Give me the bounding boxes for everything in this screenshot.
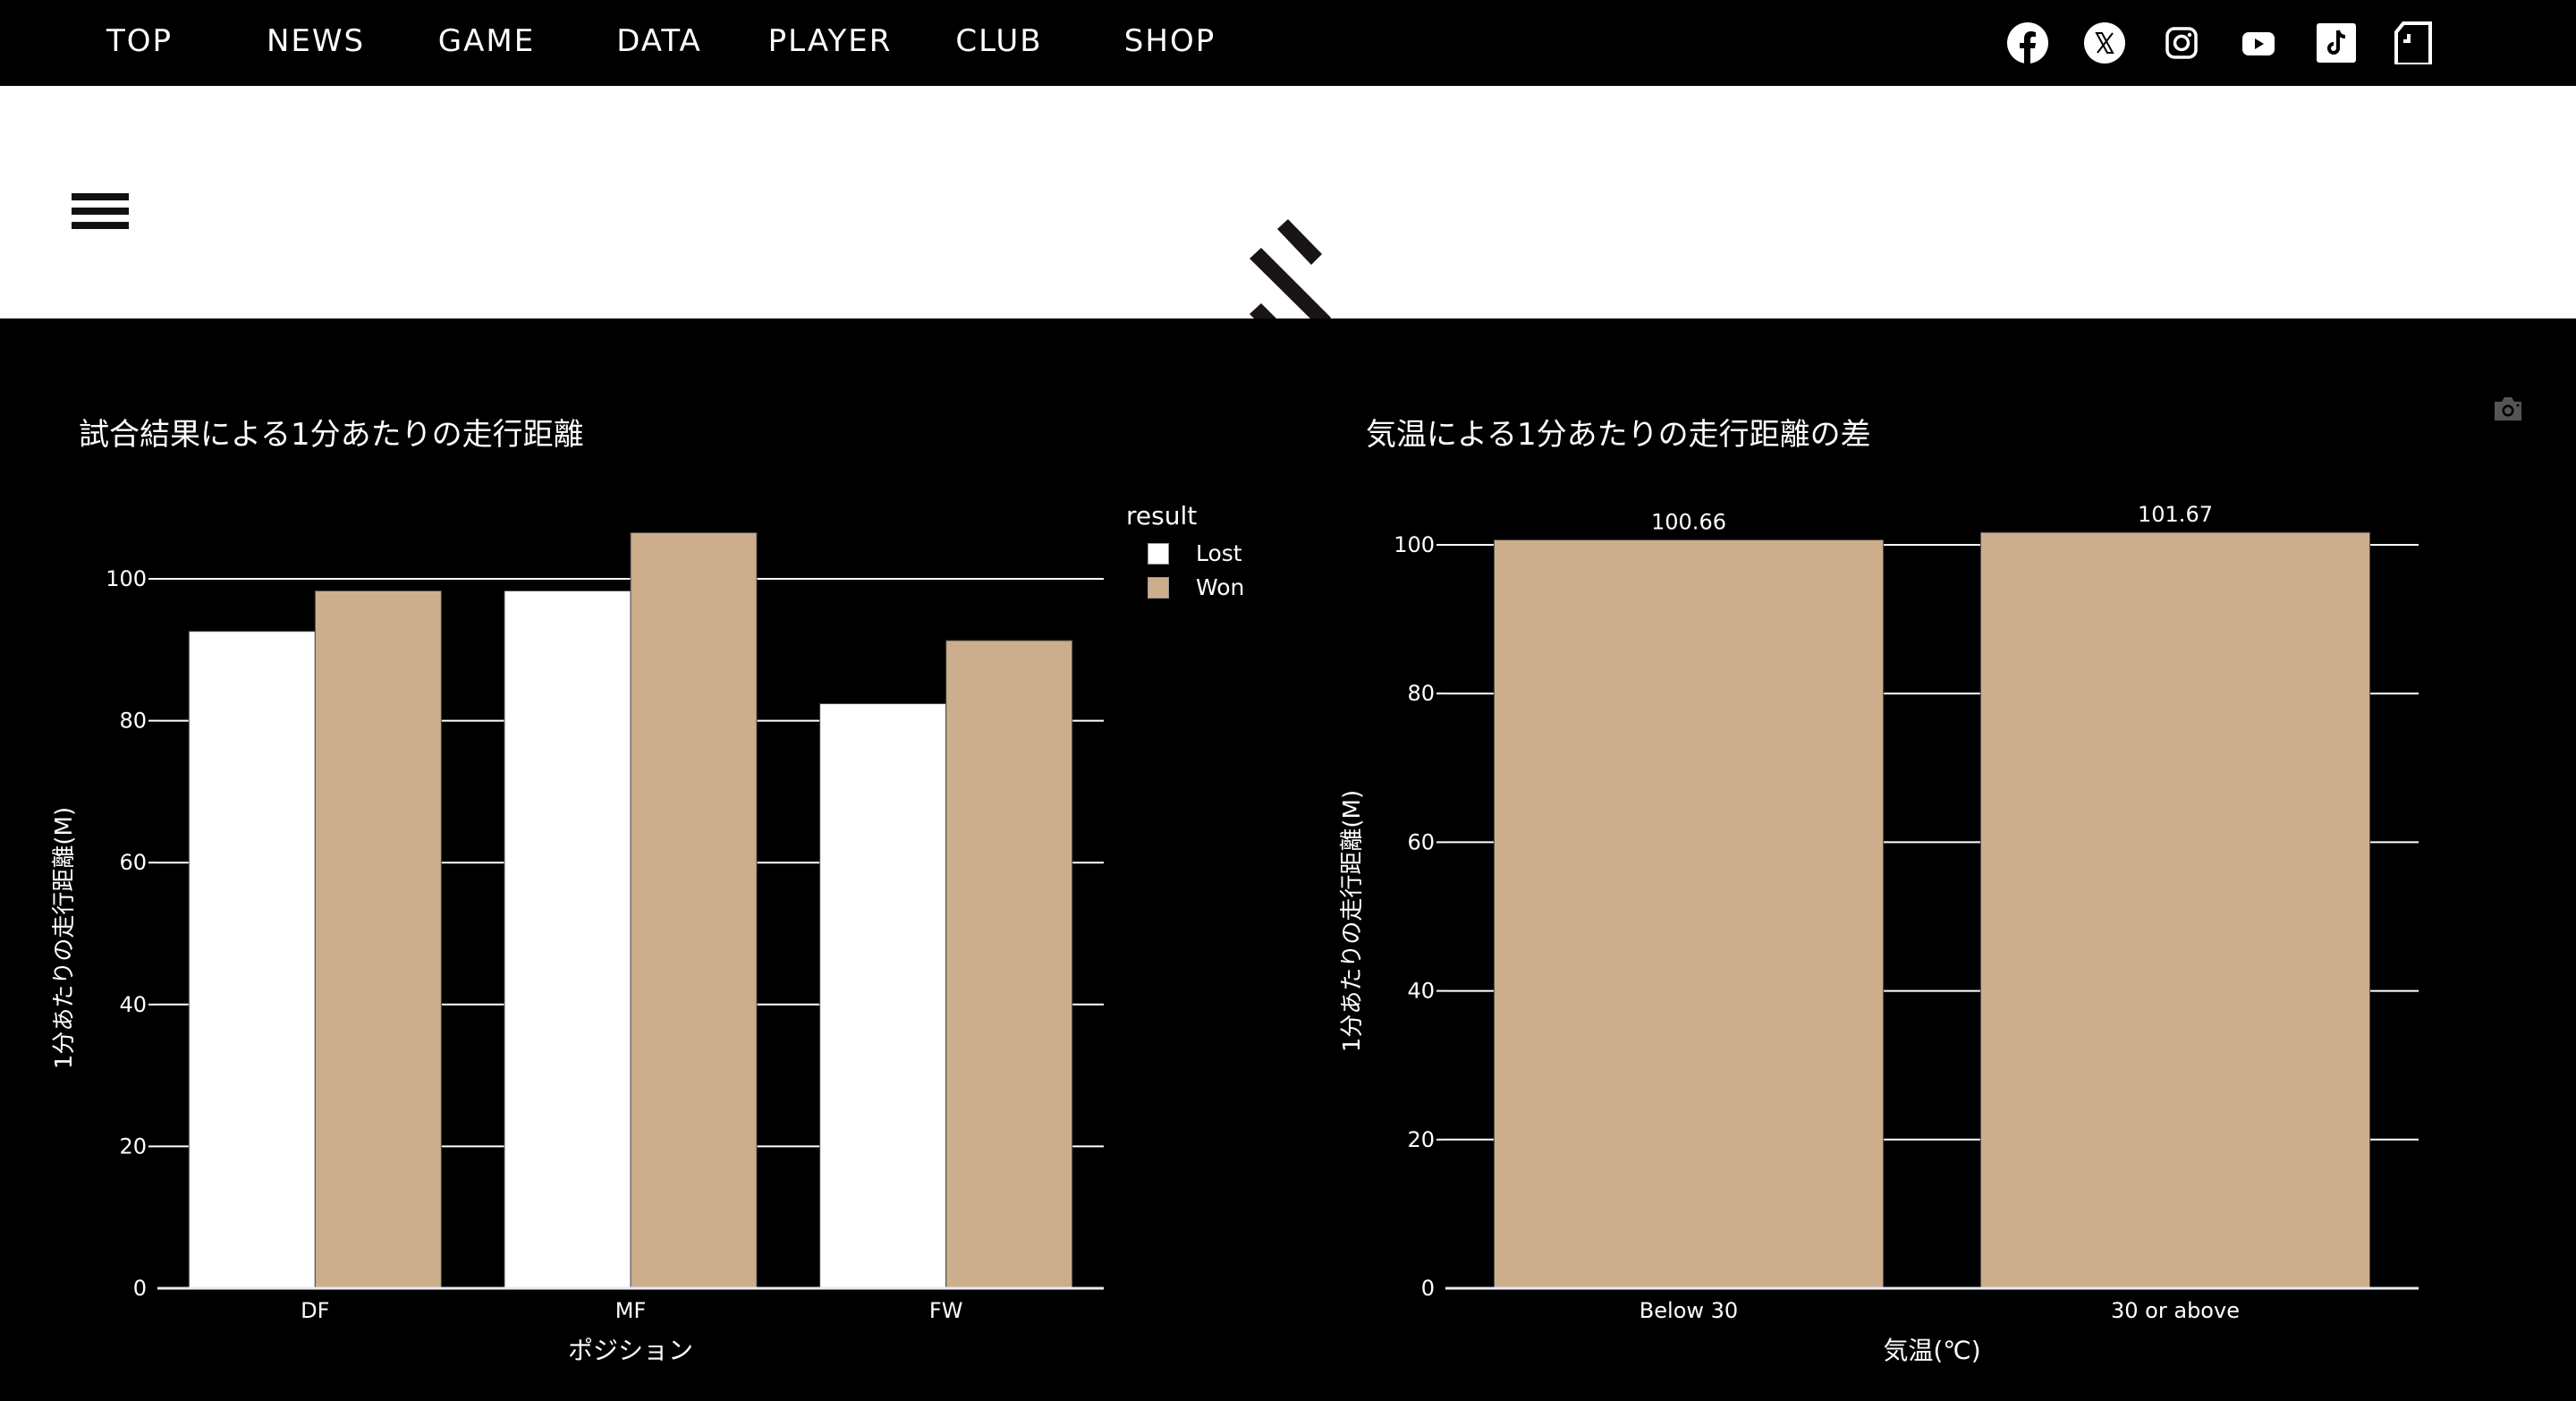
chart2-y-axis-title: 1分あたりの走行距離(M) [1339, 790, 1366, 1052]
charts-canvas: 20 40 60 80 100 DF MF FW 0 ポジション 1分あたりの走行距離(M) 20 40… [51, 502, 2419, 1365]
chart2-data-label: 101.67 [2138, 502, 2213, 527]
chart2-xtick-label: Below 30 [1640, 1298, 1738, 1323]
camera-icon[interactable] [2492, 395, 2524, 422]
chart2-ytick-label: 40 [1407, 979, 1435, 1004]
chart1-ytick-label: 100 [106, 566, 147, 591]
chart1-bar-df-won [314, 590, 442, 1289]
chart1-ytick-label: 60 [119, 850, 147, 875]
chart1-title: 試合結果による1分あたりの走行距離 [79, 417, 584, 453]
chart1-xtick-label: DF [301, 1298, 329, 1323]
legend-label-won: Won [1196, 574, 1245, 600]
chart2-x-axis-title: 気温(℃) [1883, 1336, 1980, 1365]
chart2-ytick-label: 100 [1394, 532, 1435, 557]
chart2-bar-30-or-above [1979, 531, 2371, 1289]
chart1-x-axis-title: ポジション [568, 1336, 693, 1365]
chart1-ytick-label: 40 [119, 992, 147, 1017]
chart1-y-axis-title: 1分あたりの走行距離(M) [51, 807, 78, 1069]
legend-swatch-won [1148, 576, 1169, 599]
legend-item-won[interactable]: Won [1148, 574, 1244, 600]
chart1-xtick-label: MF [615, 1298, 647, 1323]
chart1-ytick-label: 20 [119, 1134, 147, 1159]
legend-label-lost: Lost [1196, 540, 1242, 566]
chart1-ytick-label: 80 [119, 709, 147, 734]
chart2-ytick-label: 20 [1407, 1127, 1435, 1152]
chart2-ytick-label: 60 [1407, 829, 1435, 854]
chart1-bar-mf-won [630, 531, 758, 1289]
chart2-ytick-label: 80 [1407, 681, 1435, 706]
chart2-bar-below-30 [1493, 539, 1885, 1289]
legend-title: result [1126, 501, 1198, 531]
chart2-title: 気温による1分あたりの走行距離の差 [1366, 417, 1871, 453]
legend-swatch-lost [1148, 542, 1169, 565]
chart2-data-label: 100.66 [1651, 510, 1726, 535]
chart2-ytick-label: 0 [1421, 1276, 1435, 1301]
chart1-bar-fw-lost [819, 703, 947, 1289]
chart2-xtick-label: 30 or above [2111, 1298, 2240, 1323]
legend-item-lost[interactable]: Lost [1148, 540, 1242, 566]
chart1-bar-df-lost [188, 631, 316, 1289]
chart1-ytick-label: 0 [133, 1276, 147, 1301]
chart1-xtick-label: FW [929, 1298, 963, 1323]
chart1-bar-mf-lost [504, 590, 631, 1289]
chart1-bar-fw-won [945, 640, 1073, 1289]
